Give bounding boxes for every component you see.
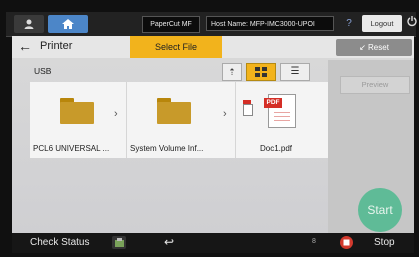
file-name: System Volume Inf... [130, 144, 204, 153]
reset-label: Reset [368, 43, 389, 52]
grid-icon [255, 67, 267, 77]
page-title: Printer [40, 40, 73, 52]
home-icon[interactable] [48, 15, 88, 33]
system-bottom-bar: Check Status ↩ 8 Stop [12, 233, 414, 253]
file-name: PCL6 UNIVERSAL ... [33, 144, 110, 153]
return-icon[interactable]: ↩ [164, 235, 174, 249]
start-button[interactable]: Start [358, 188, 402, 232]
user-icon[interactable] [14, 15, 44, 33]
printer-screen: ← Printer Select File ↙ Reset USB ⇡ ☰ › … [12, 36, 414, 233]
location-label: USB [34, 66, 52, 76]
file-tile-folder-system-volume[interactable]: › System Volume Inf... [127, 82, 236, 158]
header-row: ← Printer Select File ↙ Reset [12, 36, 414, 58]
stop-button[interactable]: Stop [374, 237, 395, 248]
file-tile-folder-pcl6[interactable]: › PCL6 UNIVERSAL ... [30, 82, 127, 158]
list-view-button[interactable]: ☰ [280, 63, 310, 81]
indicator-text: 8 [312, 238, 316, 245]
right-panel: Preview Start [328, 60, 414, 233]
grid-view-button[interactable] [246, 63, 276, 81]
system-top-bar: PaperCut MF Host Name: MFP-IMC3000-UPOI … [6, 12, 417, 37]
pdf-file-icon: PDF [264, 94, 296, 128]
folder-icon [60, 98, 94, 124]
papercut-tag: PaperCut MF [142, 16, 200, 33]
file-name: Doc1.pdf [260, 144, 293, 153]
tab-disabled [238, 36, 314, 58]
folder-up-button[interactable]: ⇡ [222, 63, 242, 81]
status-icon[interactable] [112, 236, 126, 249]
logout-button[interactable]: Logout [362, 15, 402, 32]
file-tile-doc1-pdf[interactable]: PDF Doc1.pdf [236, 82, 330, 158]
file-browser: › PCL6 UNIVERSAL ... › System Volume Inf… [30, 82, 330, 158]
back-icon[interactable]: ← [18, 38, 32, 54]
reset-button[interactable]: ↙ Reset [336, 39, 412, 56]
preview-button[interactable]: Preview [340, 76, 410, 94]
print-setting-icon [243, 100, 253, 116]
help-icon[interactable]: ? [342, 16, 356, 31]
chevron-right-icon: › [223, 108, 227, 120]
pdf-badge: PDF [264, 98, 282, 108]
chevron-right-icon: › [114, 108, 118, 120]
host-name-display: Host Name: MFP-IMC3000-UPOI [206, 16, 334, 31]
power-icon[interactable] [407, 15, 417, 32]
folder-icon [157, 98, 191, 124]
reset-icon: ↙ [359, 43, 369, 52]
tab-select-file[interactable]: Select File [130, 36, 222, 58]
stop-icon[interactable] [340, 236, 353, 249]
check-status-button[interactable]: Check Status [30, 237, 89, 248]
